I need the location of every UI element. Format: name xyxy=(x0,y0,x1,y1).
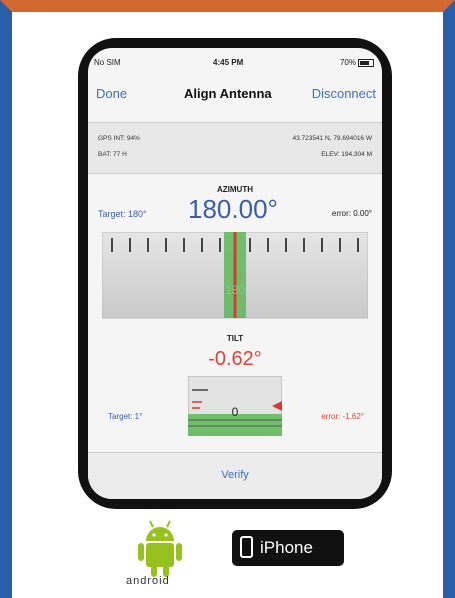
azimuth-title: AZIMUTH xyxy=(217,185,253,194)
tilt-gauge-label: 0 xyxy=(232,405,239,419)
battery-status: 70% xyxy=(340,58,374,67)
battery-icon xyxy=(358,58,374,67)
iphone-label: iPhone xyxy=(260,538,313,557)
page-title: Align Antenna xyxy=(184,86,272,101)
gps-info-panel: GPS INT: 94% BAT: 77 H 43.723541 N, 79.6… xyxy=(88,122,382,174)
carrier-label: No SIM xyxy=(94,58,121,67)
iphone-icon xyxy=(240,536,253,558)
phone-mockup: No SIM 4:45 PM 70% Done Align Antenna Di… xyxy=(78,38,392,509)
android-label: android xyxy=(126,575,170,587)
verify-bar: Verify xyxy=(88,452,382,499)
azimuth-target: Target: 180° xyxy=(98,209,147,219)
coordinates-label: 43.723541 N, 79.694016 W xyxy=(292,135,372,142)
azimuth-scale: 180 xyxy=(102,232,368,319)
verify-button[interactable]: Verify xyxy=(88,469,382,481)
tilt-error: error: -1.62° xyxy=(321,412,364,421)
phone-screen: No SIM 4:45 PM 70% Done Align Antenna Di… xyxy=(88,48,382,499)
tilt-value: -0.62° xyxy=(208,348,262,370)
tilt-title: TILT xyxy=(226,334,244,343)
battery-percent: 70% xyxy=(339,58,356,67)
gps-int-label: GPS INT: 94% xyxy=(98,135,140,142)
tilt-gauge: 0 xyxy=(188,376,282,436)
battery-hours-label: BAT: 77 H xyxy=(98,151,127,158)
nav-bar: Done Align Antenna Disconnect xyxy=(88,86,382,108)
iphone-badge: iPhone xyxy=(232,530,344,566)
azimuth-scale-label: 180 xyxy=(225,283,245,297)
done-button[interactable]: Done xyxy=(96,86,127,101)
clock: 4:45 PM xyxy=(213,58,244,67)
azimuth-error: error: 0.00° xyxy=(331,209,372,218)
status-bar: No SIM 4:45 PM 70% xyxy=(88,48,382,68)
tilt-target: Target: 1° xyxy=(108,412,143,421)
disconnect-button[interactable]: Disconnect xyxy=(312,86,376,101)
azimuth-value: 180.00° xyxy=(188,194,278,224)
elevation-label: ELEV: 194.304 M xyxy=(321,151,372,158)
